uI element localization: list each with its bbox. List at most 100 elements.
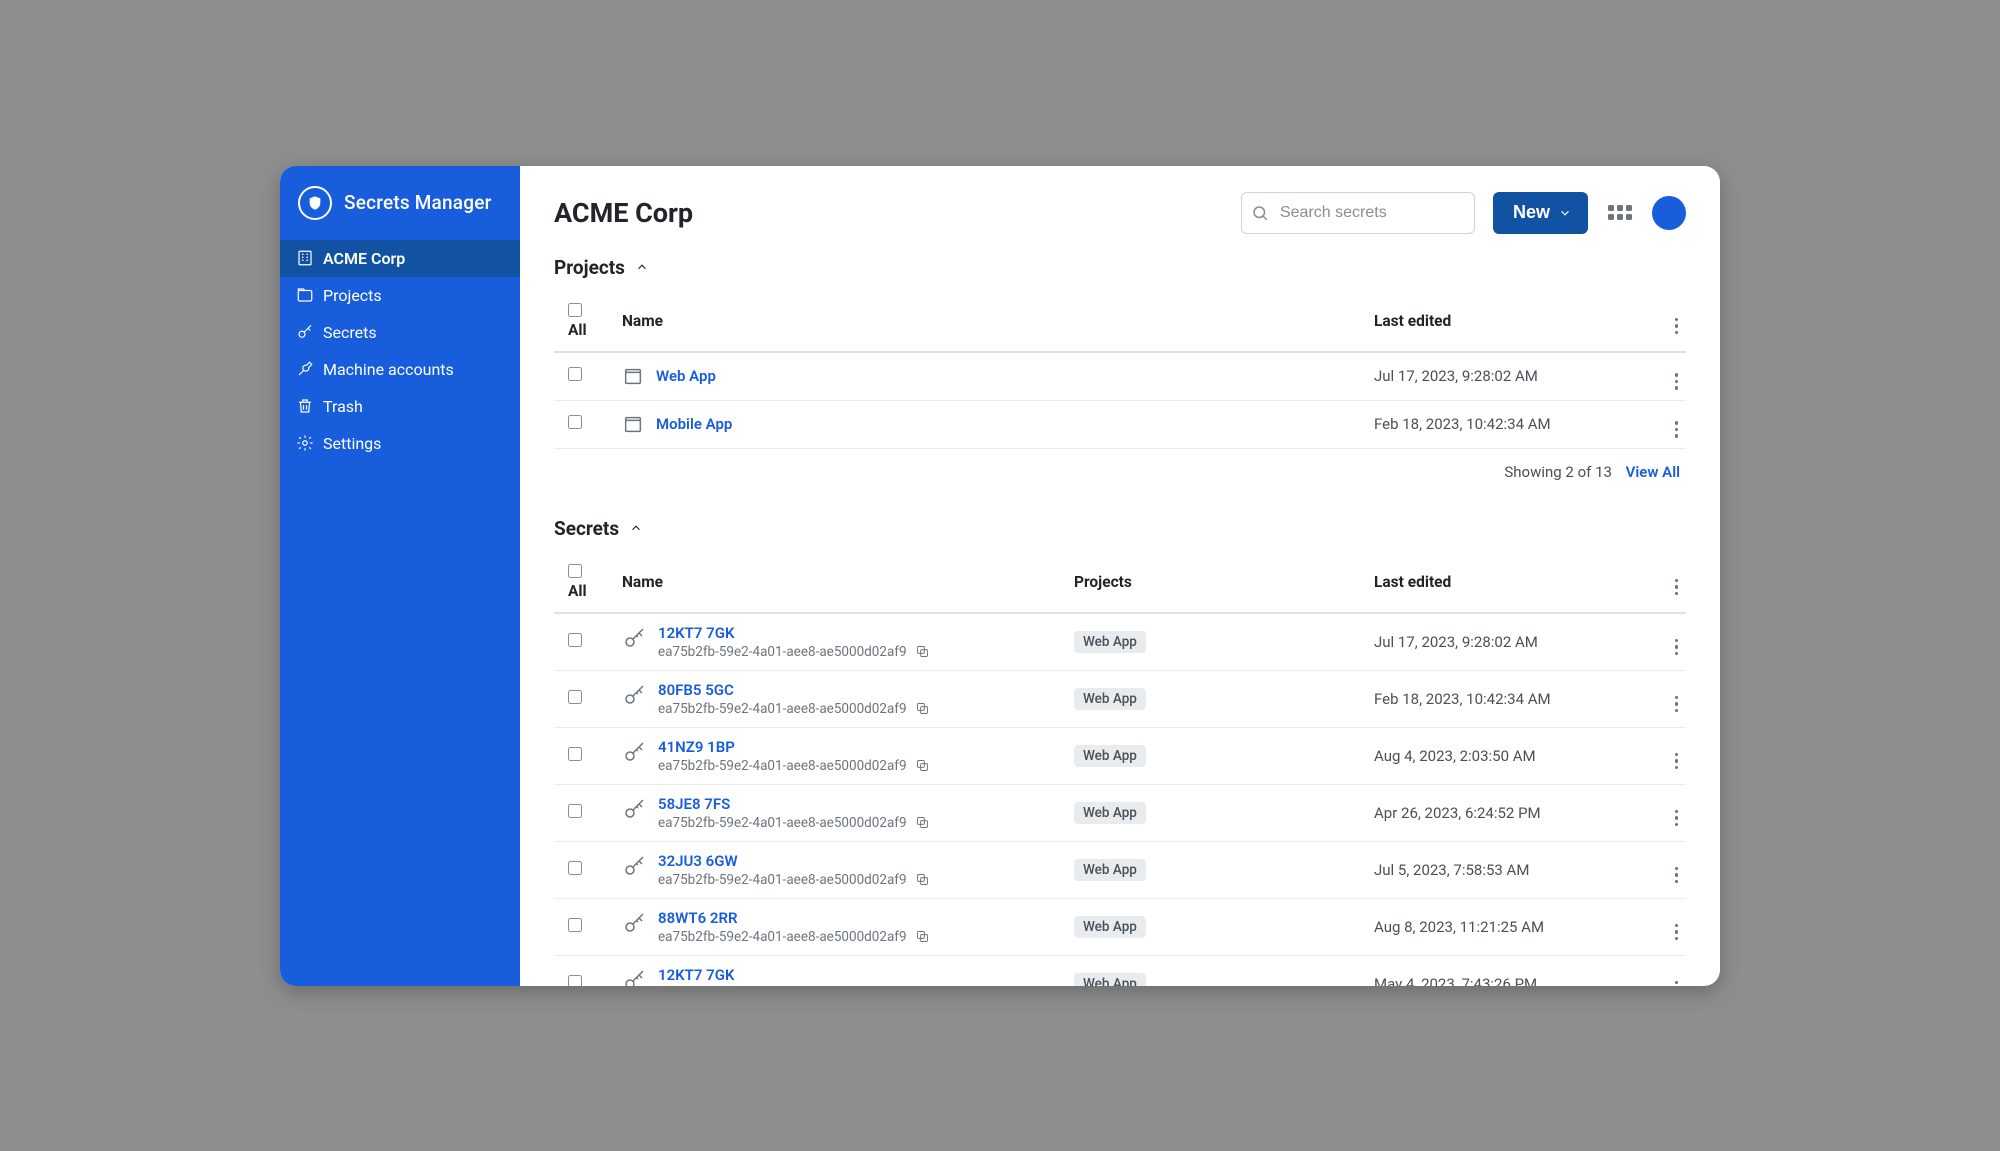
gear-icon bbox=[296, 434, 314, 452]
main-content: ACME Corp New Projects bbox=[520, 166, 1720, 986]
row-menu-button[interactable] bbox=[1675, 924, 1679, 941]
chevron-down-icon bbox=[1558, 206, 1572, 220]
app-switcher-button[interactable] bbox=[1606, 199, 1634, 227]
col-all: All bbox=[568, 582, 587, 600]
trash-icon bbox=[296, 397, 314, 415]
header-menu-button[interactable] bbox=[1675, 579, 1679, 596]
sidebar-item-projects[interactable]: Projects bbox=[280, 277, 520, 314]
brand-text: Secrets Manager bbox=[344, 191, 492, 214]
view-all-link[interactable]: View All bbox=[1626, 463, 1680, 481]
row-menu-button[interactable] bbox=[1675, 696, 1679, 713]
summary-text: Showing 2 of 13 bbox=[1504, 463, 1612, 481]
key-icon bbox=[622, 626, 646, 650]
row-menu-button[interactable] bbox=[1675, 867, 1679, 884]
sidebar-item-secrets[interactable]: Secrets bbox=[280, 314, 520, 351]
row-checkbox[interactable] bbox=[568, 861, 582, 875]
avatar[interactable] bbox=[1652, 196, 1686, 230]
secret-guid: ea75b2fb-59e2-4a01-aee8-ae5000d02af9 bbox=[658, 644, 907, 660]
key-icon bbox=[622, 911, 646, 935]
new-button[interactable]: New bbox=[1493, 192, 1588, 234]
secret-guid: ea75b2fb-59e2-4a01-aee8-ae5000d02af9 bbox=[658, 872, 907, 888]
row-menu-button[interactable] bbox=[1675, 753, 1679, 770]
secret-guid: ea75b2fb-59e2-4a01-aee8-ae5000d02af9 bbox=[658, 929, 907, 945]
table-row: 12KT7 7GK ea75b2fb-59e2-4a01-aee8-ae5000d… bbox=[554, 613, 1686, 671]
project-badge[interactable]: Web App bbox=[1074, 745, 1146, 767]
search-input[interactable] bbox=[1241, 192, 1475, 234]
sidebar-item-trash[interactable]: Trash bbox=[280, 388, 520, 425]
row-checkbox[interactable] bbox=[568, 804, 582, 818]
copy-icon[interactable] bbox=[915, 758, 930, 773]
chevron-up-icon bbox=[635, 260, 649, 274]
sidebar-item-machine-accounts[interactable]: Machine accounts bbox=[280, 351, 520, 388]
select-all-checkbox[interactable] bbox=[568, 303, 582, 317]
secret-link[interactable]: 58JE8 7FS bbox=[658, 795, 730, 813]
project-badge[interactable]: Web App bbox=[1074, 916, 1146, 938]
row-checkbox[interactable] bbox=[568, 747, 582, 761]
project-badge[interactable]: Web App bbox=[1074, 802, 1146, 824]
section-title: Secrets bbox=[554, 517, 619, 540]
secret-link[interactable]: 41NZ9 1BP bbox=[658, 738, 735, 756]
secret-link[interactable]: 80FB5 5GC bbox=[658, 681, 734, 699]
table-row: Web App Jul 17, 2023, 9:28:02 AM bbox=[554, 352, 1686, 401]
table-row: 58JE8 7FSea75b2fb-59e2-4a01-aee8-ae5000d… bbox=[554, 784, 1686, 841]
secret-guid: ea75b2fb-59e2-4a01-aee8-ae5000d02af9 bbox=[658, 701, 907, 717]
last-edited: Feb 18, 2023, 10:42:34 AM bbox=[1366, 670, 1646, 727]
row-checkbox[interactable] bbox=[568, 975, 582, 986]
col-projects: Projects bbox=[1066, 552, 1366, 613]
project-badge[interactable]: Web App bbox=[1074, 688, 1146, 710]
shield-icon bbox=[298, 186, 332, 220]
table-row: 41NZ9 1BP ea75b2fb-59e2-4a01-aee8-ae5000d… bbox=[554, 727, 1686, 784]
row-menu-button[interactable] bbox=[1675, 981, 1679, 986]
row-checkbox[interactable] bbox=[568, 633, 582, 647]
row-checkbox[interactable] bbox=[568, 690, 582, 704]
row-checkbox[interactable] bbox=[568, 415, 582, 429]
chevron-up-icon bbox=[629, 521, 643, 535]
select-all-checkbox[interactable] bbox=[568, 564, 582, 578]
grid-icon bbox=[1608, 205, 1632, 220]
last-edited: Feb 18, 2023, 10:42:34 AM bbox=[1366, 400, 1646, 448]
copy-icon[interactable] bbox=[915, 815, 930, 830]
nav-label: Trash bbox=[323, 397, 363, 416]
copy-icon[interactable] bbox=[915, 701, 930, 716]
header-menu-button[interactable] bbox=[1675, 318, 1679, 335]
section-header-projects[interactable]: Projects bbox=[554, 256, 1686, 279]
col-name: Name bbox=[614, 552, 1066, 613]
secret-link[interactable]: 32JU3 6GW bbox=[658, 852, 738, 870]
key-icon bbox=[622, 683, 646, 707]
row-menu-button[interactable] bbox=[1675, 373, 1679, 390]
last-edited: Apr 26, 2023, 6:24:52 PM bbox=[1366, 784, 1646, 841]
col-name: Name bbox=[614, 291, 1366, 352]
nav-label: Machine accounts bbox=[323, 360, 454, 379]
sidebar-org-label: ACME Corp bbox=[323, 249, 405, 268]
row-checkbox[interactable] bbox=[568, 367, 582, 381]
sidebar-item-settings[interactable]: Settings bbox=[280, 425, 520, 462]
copy-icon[interactable] bbox=[915, 644, 930, 659]
secret-guid: ea75b2fb-59e2-4a01-aee8-ae5000d02af9 bbox=[658, 758, 907, 774]
search bbox=[1241, 192, 1475, 234]
nav-label: Projects bbox=[323, 286, 382, 305]
new-label: New bbox=[1513, 202, 1550, 223]
row-menu-button[interactable] bbox=[1675, 421, 1679, 438]
row-menu-button[interactable] bbox=[1675, 810, 1679, 827]
table-row: 12KT7 7GKea75b2fb-59e2-4a01-aee8-ae5000d… bbox=[554, 955, 1686, 986]
project-link[interactable]: Web App bbox=[656, 367, 716, 385]
last-edited: Jul 17, 2023, 9:28:02 AM bbox=[1366, 352, 1646, 401]
copy-icon[interactable] bbox=[915, 872, 930, 887]
section-header-secrets[interactable]: Secrets bbox=[554, 517, 1686, 540]
last-edited: Jul 17, 2023, 9:28:02 AM bbox=[1366, 613, 1646, 671]
sidebar-org-selector[interactable]: ACME Corp bbox=[280, 240, 520, 277]
project-badge[interactable]: Web App bbox=[1074, 859, 1146, 881]
last-edited: Aug 8, 2023, 11:21:25 AM bbox=[1366, 898, 1646, 955]
copy-icon[interactable] bbox=[915, 929, 930, 944]
secret-link[interactable]: 88WT6 2RR bbox=[658, 909, 738, 927]
row-checkbox[interactable] bbox=[568, 918, 582, 932]
row-menu-button[interactable] bbox=[1675, 639, 1679, 656]
project-badge[interactable]: Web App bbox=[1074, 973, 1146, 986]
secret-link[interactable]: 12KT7 7GK bbox=[658, 624, 734, 642]
last-edited: May 4, 2023, 7:43:26 PM bbox=[1366, 955, 1646, 986]
secret-link[interactable]: 12KT7 7GK bbox=[658, 966, 734, 984]
key-icon bbox=[622, 797, 646, 821]
project-link[interactable]: Mobile App bbox=[656, 415, 732, 433]
projects-summary: Showing 2 of 13 View All bbox=[554, 449, 1686, 481]
project-badge[interactable]: Web App bbox=[1074, 631, 1146, 653]
